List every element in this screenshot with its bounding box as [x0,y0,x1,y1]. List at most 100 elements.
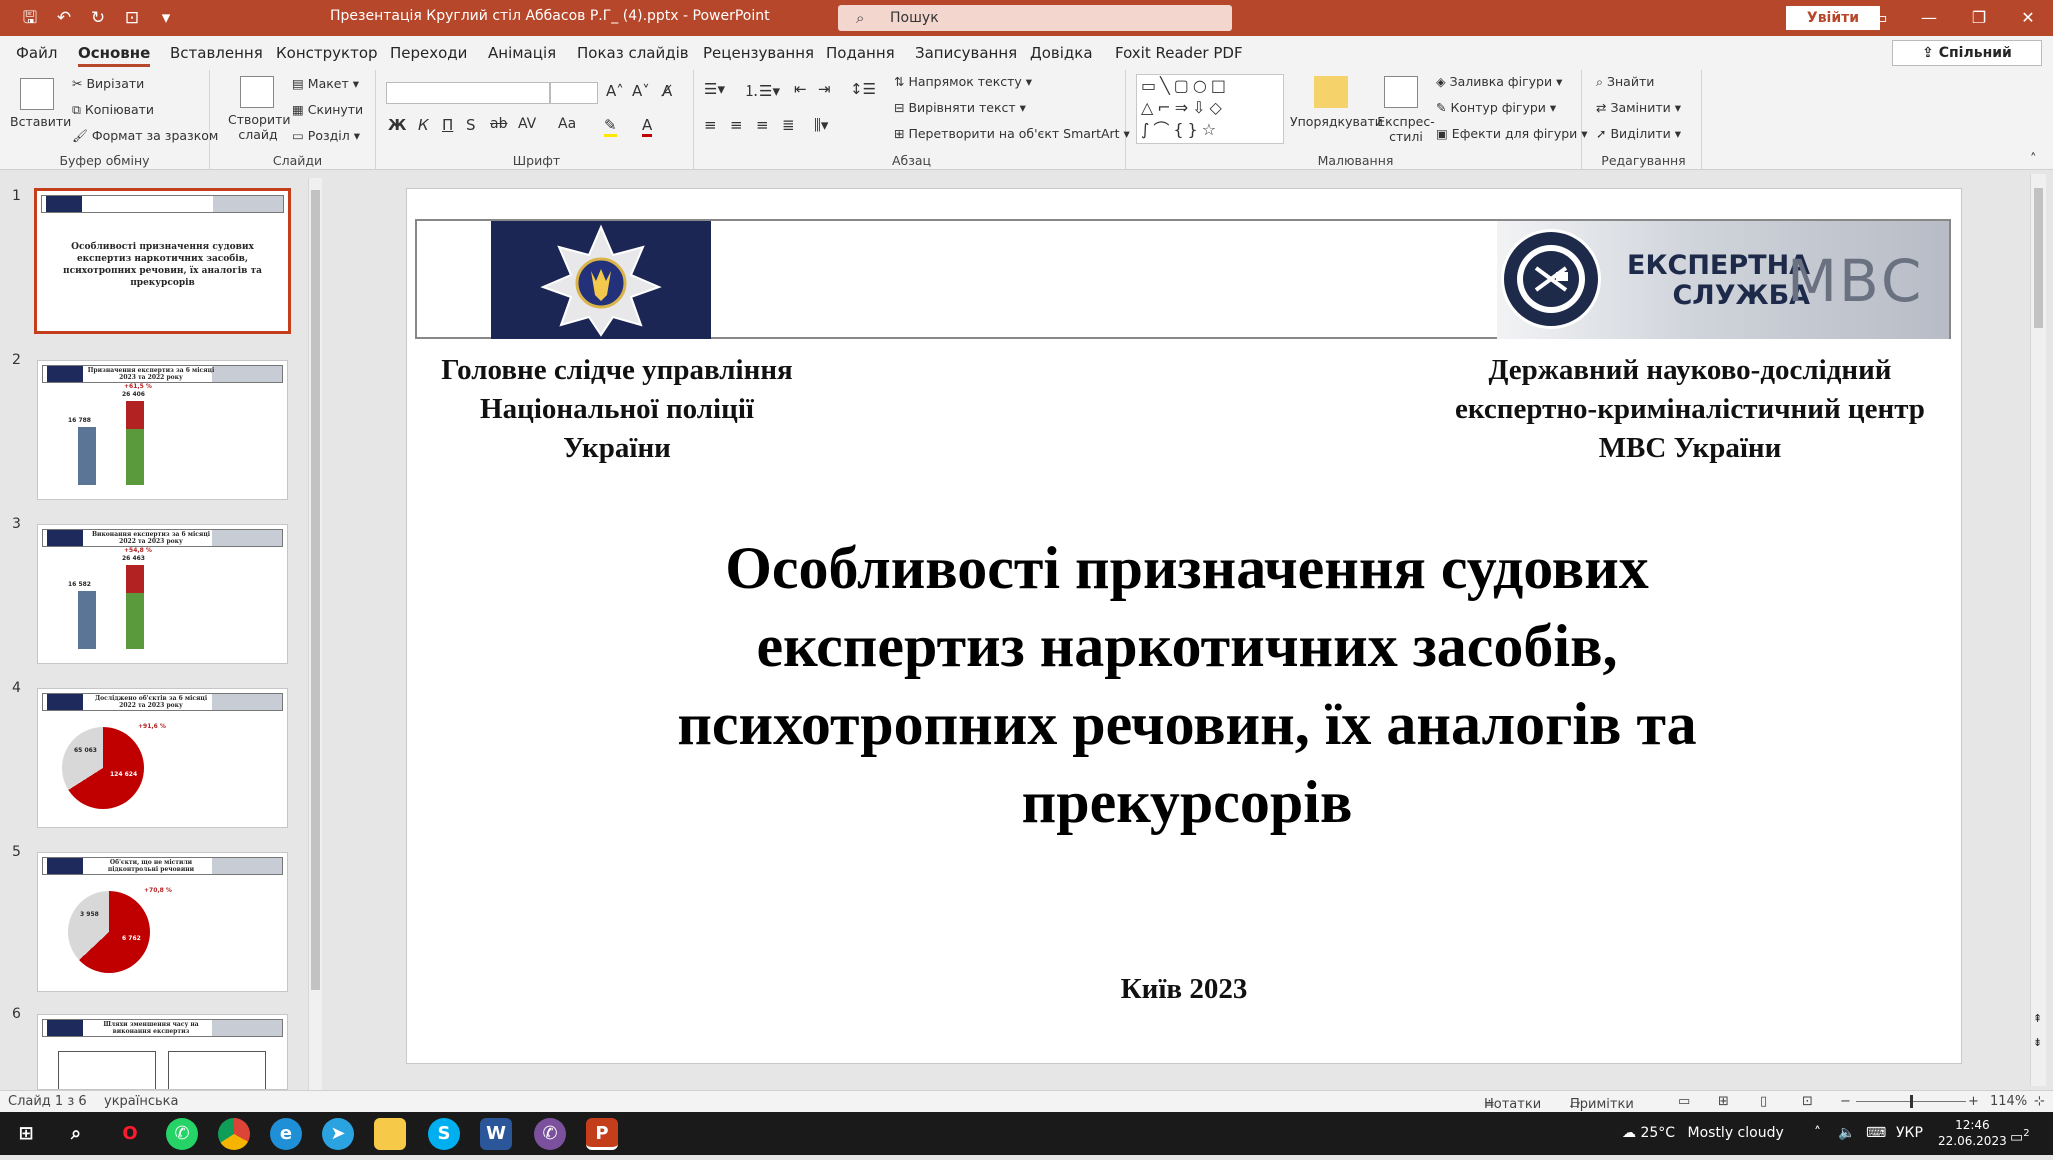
tab-foxit[interactable]: Foxit Reader PDF [1115,44,1243,62]
weather-widget[interactable]: ☁ 25°C Mostly cloudy [1622,1112,1784,1155]
paste-button[interactable]: Вставити [10,114,71,129]
layout-button[interactable]: ▤ Макет ▾ [292,76,359,91]
reset-button[interactable]: ▦ Скинути [292,102,363,117]
undo-icon[interactable]: ↶ [52,6,76,30]
left-organization[interactable]: Головне слідче управління Національної п… [407,351,827,468]
font-size-combo[interactable] [550,82,598,104]
line-spacing-icon[interactable]: ↕☰ [850,80,876,98]
collapse-ribbon-icon[interactable]: ˄ [2030,152,2037,167]
tab-slideshow[interactable]: Показ слайдів [577,44,689,62]
shapes-gallery[interactable]: ▭╲▢○□ △⌐⇒⇩◇ ∫⌒{}☆ [1136,74,1284,144]
scroll-thumb[interactable] [2034,188,2043,328]
tray-expand-icon[interactable]: ˄ [1814,1112,1821,1155]
arrange-icon[interactable] [1314,76,1348,108]
search-icon[interactable]: ⌕ [60,1118,92,1150]
city-year[interactable]: Київ 2023 [407,973,1961,1006]
tab-recording[interactable]: Записування [915,44,1017,62]
format-painter-button[interactable]: 🖌 Формат за зразком [72,128,218,144]
select-button[interactable]: ➚ Виділити ▾ [1596,126,1681,141]
volume-icon[interactable]: 🔈 [1838,1112,1855,1155]
whatsapp-icon[interactable]: ✆ [166,1118,198,1150]
redo-icon[interactable]: ↻ [86,6,110,30]
tab-file[interactable]: Файл [16,44,57,62]
columns-icon[interactable]: ⫼▾ [814,116,828,134]
present-icon[interactable]: ⊡ [120,6,144,30]
search-box[interactable]: ⌕ Пошук [838,5,1232,31]
slideshow-view-icon[interactable]: ⊡ [1802,1094,1813,1109]
grow-font-icon[interactable]: A˄ [606,82,624,100]
slide-thumbnail-3[interactable]: Виконання експертиз за 6 місяці 2022 та … [37,524,288,664]
tab-help[interactable]: Довідка [1030,44,1093,62]
language-indicator[interactable]: українська [104,1094,179,1109]
tab-design[interactable]: Конструктор [276,44,378,62]
underline-button[interactable]: П [442,116,453,134]
opera-icon[interactable]: O [114,1118,146,1150]
quick-styles-button[interactable]: Експрес-стилі [1376,114,1436,144]
shape-outline-button[interactable]: ✎ Контур фігури ▾ [1436,100,1556,115]
scroll-thumb[interactable] [311,190,320,990]
clear-format-icon[interactable]: A̸ [662,82,672,100]
tab-animations[interactable]: Анімація [488,44,556,62]
tab-transitions[interactable]: Переходи [390,44,467,62]
next-slide-icon[interactable]: ⇟ [2033,1036,2042,1049]
decrease-indent-icon[interactable]: ⇤ [794,80,807,98]
zoom-level[interactable]: 114% [1990,1094,2027,1109]
shrink-font-icon[interactable]: A˅ [632,82,650,100]
customize-icon[interactable]: ▾ [154,6,178,30]
cut-button[interactable]: ✂ Вирізати [72,76,144,91]
font-family-combo[interactable] [386,82,550,104]
strikethrough-button[interactable]: ab [490,116,507,132]
clock[interactable]: 12:46 22.06.2023 [1938,1117,2007,1160]
powerpoint-icon[interactable]: P [586,1118,618,1150]
char-spacing-button[interactable]: AV [518,116,536,132]
skype-icon[interactable]: S [428,1118,460,1150]
share-button[interactable]: ⇪ Спільний доступ [1892,40,2042,85]
restore-icon[interactable]: ❐ [1955,0,2003,36]
zoom-slider-thumb[interactable] [1910,1095,1913,1108]
quick-styles-icon[interactable] [1384,76,1418,108]
fit-slide-icon[interactable]: ⊹ [2034,1094,2045,1109]
windows-start-icon[interactable]: ⊞ [10,1118,42,1150]
italic-button[interactable]: К [418,116,429,134]
telegram-icon[interactable]: ➤ [322,1118,354,1150]
find-button[interactable]: ⌕ Знайти [1596,74,1654,90]
shape-effects-button[interactable]: ▣ Ефекти для фігури ▾ [1436,126,1588,141]
edge-icon[interactable]: e [270,1118,302,1150]
align-text-button[interactable]: ⊟ Вирівняти текст ▾ [894,100,1026,115]
viber-icon[interactable]: ✆ [534,1118,566,1150]
change-case-button[interactable]: Aa [558,116,576,132]
normal-view-icon[interactable]: ▭ [1678,1094,1690,1109]
slide-thumbnail-4[interactable]: Досліджено об'єктів за 6 місяці 2022 та … [37,688,288,828]
slide-thumbnail-2[interactable]: Призначення експертиз за 6 місяці 2023 т… [37,360,288,500]
notification-icon[interactable]: ▭2 [2010,1112,2030,1155]
zoom-out-icon[interactable]: − [1840,1094,1851,1109]
align-left-icon[interactable]: ≡ [704,116,717,134]
align-right-icon[interactable]: ≡ [756,116,769,134]
file-explorer-icon[interactable] [374,1118,406,1150]
highlight-icon[interactable]: ✎ [604,116,617,137]
new-slide-icon[interactable] [240,76,274,108]
slide-thumbnail-1[interactable]: Особливості призначення судових експерти… [34,188,291,334]
smartart-button[interactable]: ⊞ Перетворити на об'єкт SmartArt ▾ [894,126,1130,141]
prev-slide-icon[interactable]: ⇞ [2033,1012,2042,1025]
increase-indent-icon[interactable]: ⇥ [818,80,831,98]
shadow-button[interactable]: S [466,116,476,134]
slide-sorter-icon[interactable]: ⊞ [1718,1094,1729,1109]
ribbon-display-icon[interactable]: ▭ [1856,0,1904,36]
tab-view[interactable]: Подання [826,44,895,62]
minimize-icon[interactable]: — [1905,0,1953,36]
input-language[interactable]: УКР [1896,1112,1923,1155]
bold-button[interactable]: Ж [388,116,406,134]
justify-icon[interactable]: ≣ [782,116,795,134]
slide-title[interactable]: Особливості призначення судових експерти… [567,529,1807,841]
tab-insert[interactable]: Вставлення [170,44,263,62]
bullets-icon[interactable]: ☰▾ [704,80,725,98]
paste-icon[interactable] [20,78,54,110]
font-color-icon[interactable]: A [642,116,653,137]
copy-button[interactable]: ⧉ Копіювати [72,102,154,118]
chrome-icon[interactable] [218,1118,250,1150]
close-icon[interactable]: ✕ [2004,0,2052,36]
thumbnail-scrollbar[interactable] [308,178,322,1090]
arrange-button[interactable]: Упорядкувати [1290,114,1383,129]
shape-fill-button[interactable]: ◈ Заливка фігури ▾ [1436,74,1562,89]
